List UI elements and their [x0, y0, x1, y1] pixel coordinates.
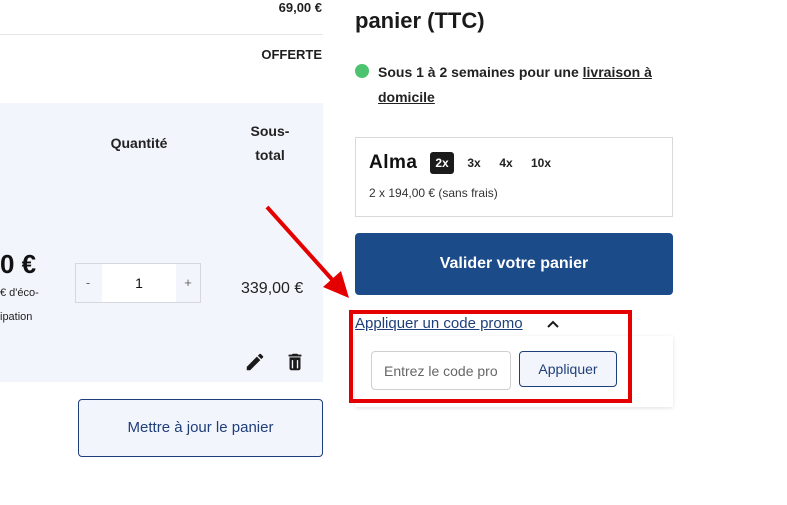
annotation-arrow-icon: [265, 205, 349, 298]
validate-cart-button[interactable]: Valider votre panier: [355, 233, 673, 295]
alma-option-3x[interactable]: 3x: [463, 152, 485, 174]
row-divider: [0, 34, 323, 35]
update-cart-button[interactable]: Mettre à jour le panier: [78, 399, 323, 457]
delivery-prefix: Sous 1 à 2 semaines pour une: [378, 64, 583, 80]
subtotal-header-line1: Sous-: [250, 123, 290, 139]
alma-option-2x[interactable]: 2x: [430, 152, 454, 174]
availability-dot-icon: [355, 64, 369, 78]
summary-title: panier (TTC): [355, 8, 485, 33]
delivery-info-line1: Sous 1 à 2 semaines pour une livraison à: [378, 64, 652, 80]
quantity-input[interactable]: [102, 264, 176, 302]
alma-logo: Alma: [369, 152, 418, 173]
alma-option-10x[interactable]: 10x: [527, 152, 555, 174]
unit-price: 0 €: [0, 249, 37, 279]
pencil-icon[interactable]: [244, 351, 266, 373]
eco-participation-line2: ipation: [0, 311, 33, 323]
trash-icon[interactable]: [284, 351, 306, 373]
subtotal-column-header: Sous- total: [236, 119, 304, 167]
eco-participation-line1: € d'éco-: [0, 287, 39, 299]
quantity-column-header: Quantité: [110, 135, 168, 151]
quantity-stepper: - +: [75, 263, 201, 303]
previous-row-price: 69,00 €: [278, 0, 322, 15]
quantity-decrease-button[interactable]: -: [80, 275, 96, 290]
delivery-link-continued[interactable]: domicile: [378, 89, 435, 105]
alma-option-4x[interactable]: 4x: [495, 152, 517, 174]
annotation-highlight-box: [349, 310, 632, 403]
alma-payment-widget: Alma 2x 3x 4x 10x 2 x 194,00 € (sans fra…: [355, 137, 673, 217]
shipping-value: OFFERTE: [261, 47, 322, 62]
alma-installment-description: 2 x 194,00 € (sans frais): [369, 186, 498, 200]
quantity-increase-button[interactable]: +: [180, 275, 196, 290]
subtotal-header-line2: total: [255, 147, 285, 163]
delivery-link[interactable]: livraison à: [583, 64, 652, 80]
